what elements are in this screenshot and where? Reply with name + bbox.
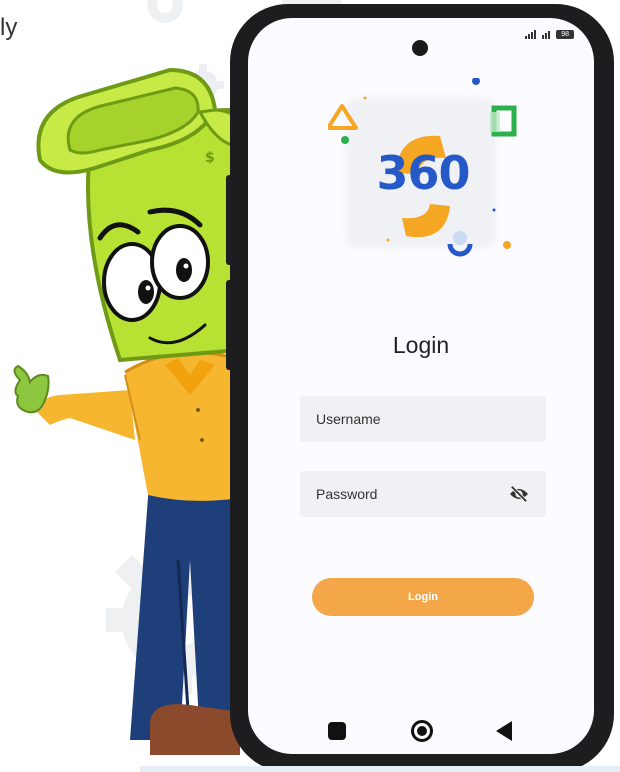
battery-indicator: 98 [556, 30, 574, 39]
password-field[interactable] [300, 471, 546, 517]
password-input[interactable] [316, 471, 508, 517]
page-stage: ly $ 98 360 Login Username Login [0, 0, 620, 772]
signal-icon [542, 30, 551, 39]
eye-off-icon[interactable] [508, 485, 530, 503]
square-icon[interactable] [328, 722, 346, 740]
android-nav-bar [248, 718, 594, 746]
circle-icon[interactable] [411, 720, 433, 742]
camera-dot-icon [412, 40, 428, 56]
phone-screen: 98 360 Login Username Login [248, 18, 594, 754]
svg-text:$: $ [205, 150, 215, 166]
status-bar: 98 [525, 30, 574, 39]
username-field[interactable] [300, 396, 546, 442]
signal-icon [525, 30, 537, 39]
logo-text: 360 [376, 146, 470, 200]
username-input[interactable] [316, 396, 530, 442]
triangle-back-icon[interactable] [496, 721, 512, 741]
app-logo: 360 [328, 78, 518, 268]
login-button[interactable]: Login [312, 578, 534, 616]
floor-strip [140, 766, 620, 772]
page-title: Login [392, 332, 450, 358]
